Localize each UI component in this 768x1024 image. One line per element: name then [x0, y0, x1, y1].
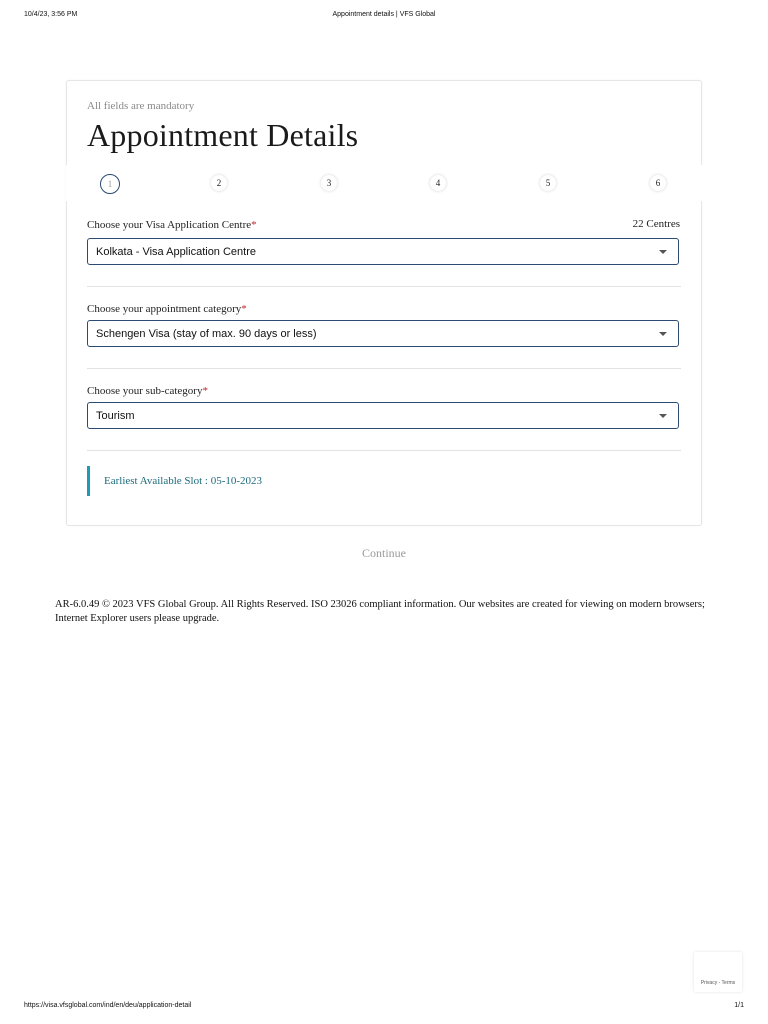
caret-down-icon [659, 250, 667, 254]
continue-button[interactable]: Continue [0, 546, 768, 561]
print-page-title: Appointment details | VFS Global [332, 11, 436, 18]
category-select-value: Schengen Visa (stay of max. 90 days or l… [96, 328, 317, 340]
step-3[interactable]: 3 [321, 175, 337, 191]
earliest-slot-alert: Earliest Available Slot : 05-10-2023 [87, 466, 390, 496]
required-marker: * [202, 385, 208, 397]
subcategory-label: Choose your sub-category* [87, 385, 208, 397]
earliest-slot-text: Earliest Available Slot : 05-10-2023 [104, 475, 263, 487]
centre-select[interactable]: Kolkata - Visa Application Centre [87, 238, 679, 265]
step-1[interactable]: 1 [100, 174, 120, 194]
centre-label-text: Choose your Visa Application Centre [87, 219, 252, 231]
divider [87, 286, 681, 287]
caret-down-icon [659, 332, 667, 336]
required-marker: * [251, 219, 257, 231]
centre-count: 22 Centres [632, 218, 680, 230]
page-title: Appointment Details [87, 117, 359, 153]
category-label-text: Choose your appointment category [87, 303, 242, 315]
step-2[interactable]: 2 [211, 175, 227, 191]
copyright-text: AR-6.0.49 © 2023 VFS Global Group. All R… [55, 599, 705, 624]
print-header: 10/4/23, 3:56 PM Appointment details | V… [0, 11, 768, 21]
step-4[interactable]: 4 [430, 175, 446, 191]
step-5[interactable]: 5 [540, 175, 556, 191]
subcategory-label-text: Choose your sub-category [87, 385, 203, 397]
centre-label: Choose your Visa Application Centre* [87, 219, 257, 231]
divider [87, 368, 681, 369]
print-url: https://visa.vfsglobal.com/ind/en/deu/ap… [24, 1002, 192, 1009]
recaptcha-links[interactable]: Privacy - Terms [694, 980, 742, 986]
mandatory-note: All fields are mandatory [87, 100, 195, 112]
subcategory-select[interactable]: Tourism [87, 402, 679, 429]
category-select[interactable]: Schengen Visa (stay of max. 90 days or l… [87, 320, 679, 347]
centre-select-value: Kolkata - Visa Application Centre [96, 246, 256, 258]
recaptcha-badge[interactable]: Privacy - Terms [694, 952, 742, 992]
print-page-count: 1/1 [734, 1002, 744, 1009]
divider [87, 450, 681, 451]
print-footer: https://visa.vfsglobal.com/ind/en/deu/ap… [0, 1002, 768, 1012]
caret-down-icon [659, 414, 667, 418]
step-6[interactable]: 6 [650, 175, 666, 191]
required-marker: * [241, 303, 247, 315]
category-label: Choose your appointment category* [87, 303, 247, 315]
subcategory-select-value: Tourism [96, 410, 135, 422]
